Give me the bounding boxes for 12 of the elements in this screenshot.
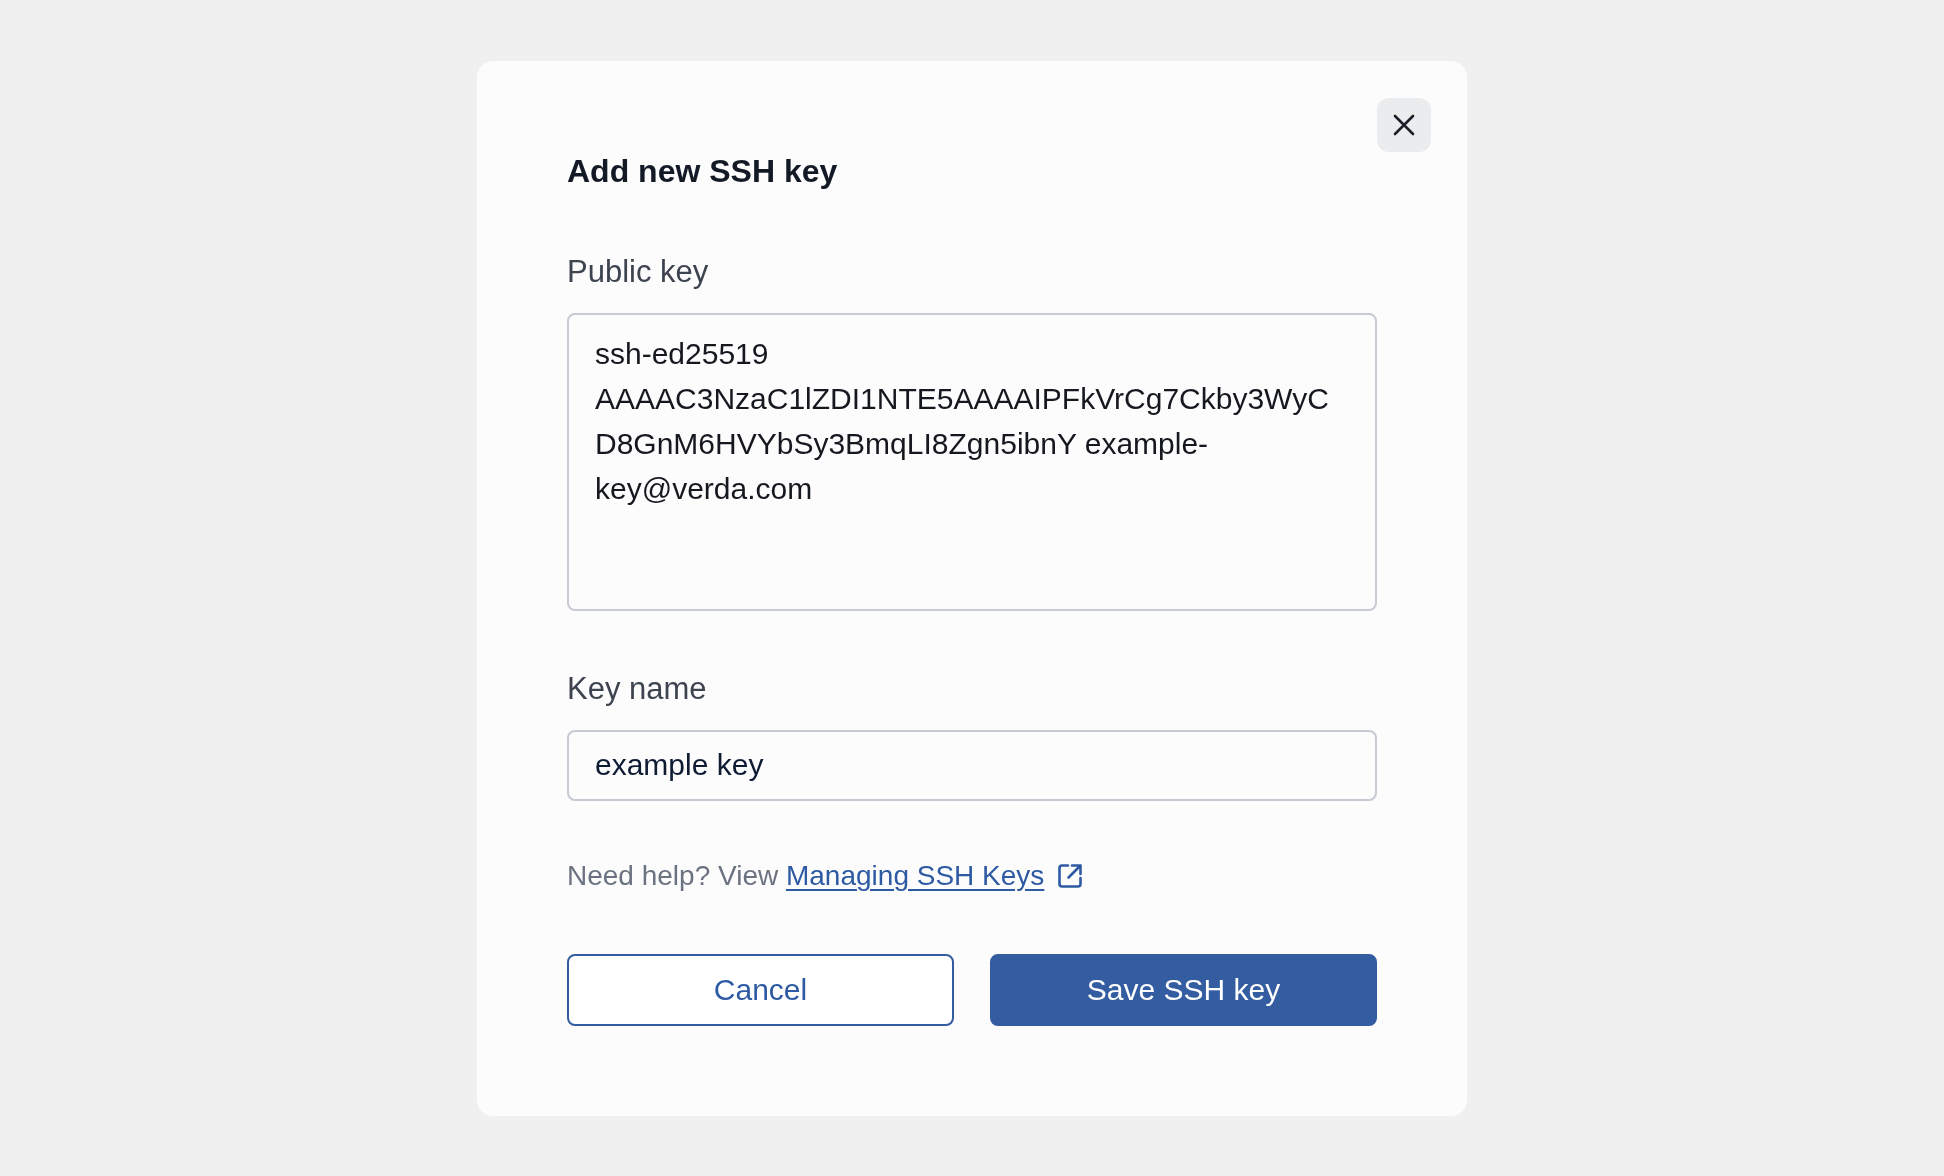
help-link[interactable]: Managing SSH Keys [785, 855, 1045, 896]
field-label: Key name [567, 669, 708, 708]
field-label: Public key [567, 252, 710, 291]
external-link-icon [1056, 861, 1085, 890]
dialog-title: Add new SSH key [567, 151, 839, 191]
key-name-field[interactable]: example key [567, 729, 1377, 801]
cancel-button[interactable]: Cancel [567, 953, 954, 1026]
public-key-field[interactable]: ssh-ed25519 AAAAC3NzaC1lZDI1NTE5AAAAIPFkVrCg7Ckby3WyCD8GnM6HVYbSy3BmqLI8Zgn5ibnY example-key@verda.com [567, 312, 1377, 611]
save-button[interactable]: Save SSH key [990, 953, 1377, 1026]
close-button[interactable] [1377, 97, 1431, 152]
help-text: Need help? View Managing SSH Keys [567, 855, 1377, 896]
close-icon [1393, 113, 1415, 136]
